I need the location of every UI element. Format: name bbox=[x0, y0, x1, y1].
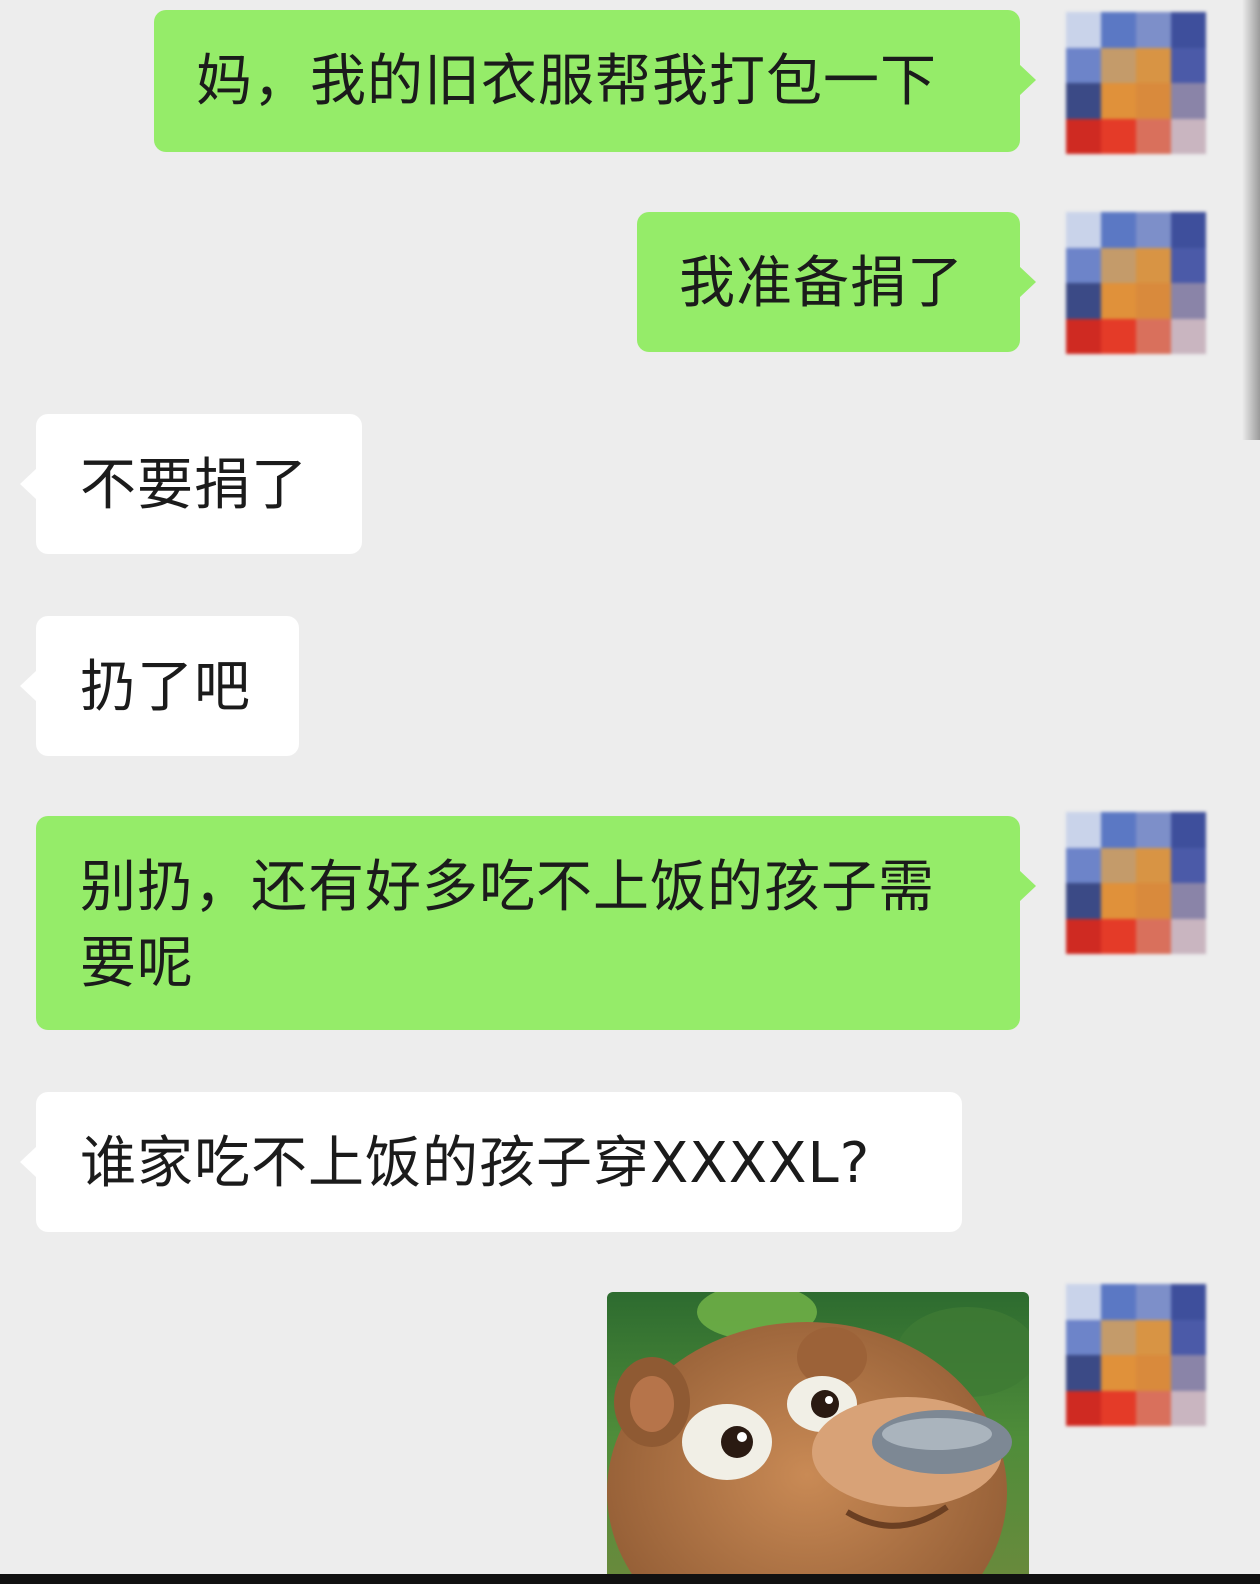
cartoon-bear-sticker[interactable] bbox=[607, 1292, 1029, 1584]
message-text: 妈，我的旧衣服帮我打包一下 bbox=[196, 49, 937, 114]
user-avatar-icon[interactable] bbox=[1066, 1284, 1206, 1426]
message-text: 我准备捐了 bbox=[679, 251, 964, 316]
user-avatar-icon[interactable] bbox=[1066, 12, 1206, 154]
outgoing-message-bubble[interactable]: 我准备捐了 bbox=[637, 212, 1036, 352]
bottom-edge-bar bbox=[0, 1574, 1260, 1584]
outgoing-message-bubble[interactable]: 别扔，还有好多吃不上饭的孩子需要呢 bbox=[36, 816, 1036, 1030]
scroll-edge-shadow bbox=[1242, 0, 1260, 440]
user-avatar-icon[interactable] bbox=[1066, 812, 1206, 954]
message-text: 别扔，还有好多吃不上饭的孩子需要呢 bbox=[80, 855, 935, 996]
cartoon-bear-face-icon bbox=[607, 1292, 1029, 1584]
message-text: 不要捐了 bbox=[80, 453, 308, 518]
message-text: 扔了吧 bbox=[80, 655, 251, 720]
incoming-message-bubble[interactable]: 不要捐了 bbox=[20, 414, 362, 554]
message-text: 谁家吃不上饭的孩子穿XXXXL? bbox=[80, 1131, 871, 1196]
user-avatar-icon[interactable] bbox=[1066, 212, 1206, 354]
incoming-message-bubble[interactable]: 扔了吧 bbox=[20, 616, 299, 756]
outgoing-message-bubble[interactable]: 妈，我的旧衣服帮我打包一下 bbox=[154, 10, 1036, 152]
incoming-message-bubble[interactable]: 谁家吃不上饭的孩子穿XXXXL? bbox=[20, 1092, 962, 1232]
chat-message-list: 妈，我的旧衣服帮我打包一下 我准备捐了 不要捐了 扔了吧 别扔，还有好多吃不上饭… bbox=[0, 0, 1260, 1584]
